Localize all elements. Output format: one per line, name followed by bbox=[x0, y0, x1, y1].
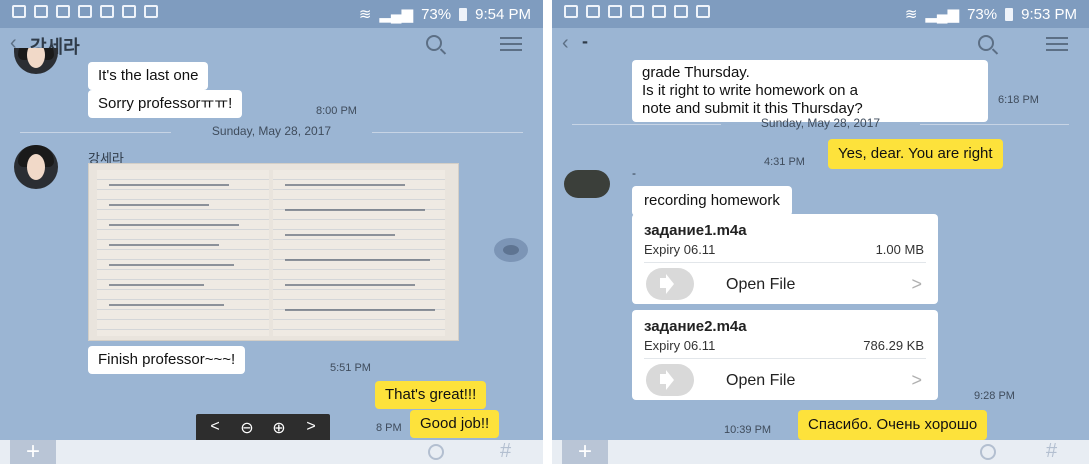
divider bbox=[644, 358, 926, 359]
chat-screen-left: ≋ ▂▄▆ 73% 9:54 PM ‹ 강세라 It's the last on… bbox=[0, 0, 543, 464]
status-time: 9:54 PM bbox=[475, 5, 531, 23]
notification-icon bbox=[144, 5, 158, 18]
avatar[interactable] bbox=[14, 145, 58, 189]
hash-icon[interactable]: # bbox=[500, 440, 511, 463]
status-time: 9:53 PM bbox=[1021, 5, 1077, 23]
message-time: 4:31 PM bbox=[764, 156, 805, 168]
notification-icon bbox=[586, 5, 600, 18]
photo-attachment[interactable] bbox=[88, 163, 459, 341]
notification-icons bbox=[564, 5, 710, 18]
image-viewer-controls: < ⊖ ⊕ > bbox=[196, 414, 330, 442]
notification-icon bbox=[630, 5, 644, 18]
message-time: 6:18 PM bbox=[998, 94, 1039, 106]
file-size: 786.29 KB bbox=[863, 338, 924, 353]
notification-icon bbox=[122, 5, 136, 18]
message-time: 10:39 PM bbox=[724, 424, 772, 436]
chat-title: - bbox=[582, 31, 588, 51]
sender-name: - bbox=[632, 166, 636, 180]
chat-bubble-icon[interactable] bbox=[494, 238, 528, 262]
chevron-right-icon[interactable]: > bbox=[911, 274, 922, 295]
notebook-page bbox=[273, 170, 445, 336]
date-separator: Sunday, May 28, 2017 bbox=[572, 116, 1069, 132]
file-attachment-card[interactable]: задание2.m4a Expiry 06.11 786.29 KB Open… bbox=[632, 310, 938, 400]
message-time: 5:51 PM bbox=[330, 362, 371, 374]
open-file-button[interactable]: Open File bbox=[726, 372, 795, 390]
zoom-in-button[interactable]: ⊕ bbox=[270, 418, 288, 438]
input-bar: + # bbox=[0, 440, 543, 464]
wifi-icon: ≋ bbox=[358, 6, 372, 23]
next-image-button[interactable]: > bbox=[302, 418, 320, 438]
notification-icon bbox=[696, 5, 710, 18]
message-bubble: grade Thursday. Is it right to write hom… bbox=[632, 60, 988, 122]
open-file-button[interactable]: Open File bbox=[726, 276, 795, 294]
plus-icon[interactable]: + bbox=[10, 440, 56, 464]
message-time: 8:00 PM bbox=[316, 105, 357, 117]
notification-icon bbox=[674, 5, 688, 18]
zoom-out-button[interactable]: ⊖ bbox=[238, 418, 256, 438]
notification-icon bbox=[564, 5, 578, 18]
avatar[interactable] bbox=[14, 48, 58, 74]
chat-header: ‹ 강세라 bbox=[0, 28, 543, 60]
message-bubble: recording homework bbox=[632, 186, 792, 216]
notebook-page bbox=[97, 170, 269, 336]
search-icon[interactable] bbox=[426, 35, 442, 51]
message-bubble: It's the last one bbox=[88, 62, 209, 90]
battery-icon bbox=[459, 7, 468, 21]
notification-icon bbox=[78, 5, 92, 18]
message-bubble-sent: Спасибо. Очень хорошо bbox=[798, 410, 988, 440]
avatar[interactable] bbox=[564, 170, 610, 198]
signal-icon: ▂▄▆ bbox=[925, 6, 960, 23]
status-right: ≋ ▂▄▆ 73% 9:54 PM bbox=[358, 5, 531, 24]
status-bar: ≋ ▂▄▆ 73% 9:53 PM bbox=[552, 0, 1089, 28]
message-time: 8 PM bbox=[376, 422, 402, 434]
audio-speaker-icon bbox=[646, 268, 694, 300]
message-bubble-sent: Good job!! bbox=[410, 410, 500, 438]
chevron-right-icon[interactable]: > bbox=[911, 370, 922, 391]
wifi-icon: ≋ bbox=[904, 6, 918, 23]
notification-icons bbox=[12, 5, 158, 18]
audio-speaker-icon bbox=[646, 364, 694, 396]
battery-icon bbox=[1005, 7, 1014, 21]
menu-icon[interactable] bbox=[1046, 37, 1068, 51]
notification-icon bbox=[652, 5, 666, 18]
search-icon[interactable] bbox=[978, 35, 994, 51]
file-attachment-card[interactable]: задание1.m4a Expiry 06.11 1.00 MB Open F… bbox=[632, 214, 938, 304]
message-bubble: Finish professor~~~! bbox=[88, 346, 246, 374]
file-size: 1.00 MB bbox=[875, 242, 924, 257]
notification-icon bbox=[100, 5, 114, 18]
file-name: задание1.m4a bbox=[644, 222, 747, 239]
status-bar: ≋ ▂▄▆ 73% 9:54 PM bbox=[0, 0, 543, 28]
file-name: задание2.m4a bbox=[644, 318, 747, 335]
notification-icon bbox=[34, 5, 48, 18]
input-bar: + # bbox=[552, 440, 1089, 464]
status-right: ≋ ▂▄▆ 73% 9:53 PM bbox=[904, 5, 1077, 24]
emoji-icon[interactable] bbox=[428, 444, 444, 460]
notification-icon bbox=[12, 5, 26, 18]
prev-image-button[interactable]: < bbox=[206, 418, 224, 438]
back-arrow-icon[interactable]: ‹ bbox=[562, 32, 569, 55]
plus-icon[interactable]: + bbox=[562, 440, 608, 464]
notification-icon bbox=[608, 5, 622, 18]
battery-percent: 73% bbox=[421, 5, 452, 23]
battery-percent: 73% bbox=[967, 5, 998, 23]
chat-screen-right: ≋ ▂▄▆ 73% 9:53 PM ‹ - grade Thursday. Is… bbox=[552, 0, 1089, 464]
message-time: 9:28 PM bbox=[974, 390, 1015, 402]
file-expiry: Expiry 06.11 bbox=[644, 242, 716, 257]
notification-icon bbox=[56, 5, 70, 18]
menu-icon[interactable] bbox=[500, 37, 522, 51]
emoji-icon[interactable] bbox=[980, 444, 996, 460]
message-bubble-sent: That's great!!! bbox=[375, 381, 487, 409]
divider bbox=[644, 262, 926, 263]
file-expiry: Expiry 06.11 bbox=[644, 338, 716, 353]
chat-header: ‹ - bbox=[552, 28, 1089, 60]
message-bubble: Sorry professorㅠㅠ! bbox=[88, 90, 243, 118]
signal-icon: ▂▄▆ bbox=[379, 6, 414, 23]
hash-icon[interactable]: # bbox=[1046, 440, 1057, 463]
date-separator: Sunday, May 28, 2017 bbox=[20, 124, 523, 140]
message-bubble-sent: Yes, dear. You are right bbox=[828, 139, 1003, 169]
